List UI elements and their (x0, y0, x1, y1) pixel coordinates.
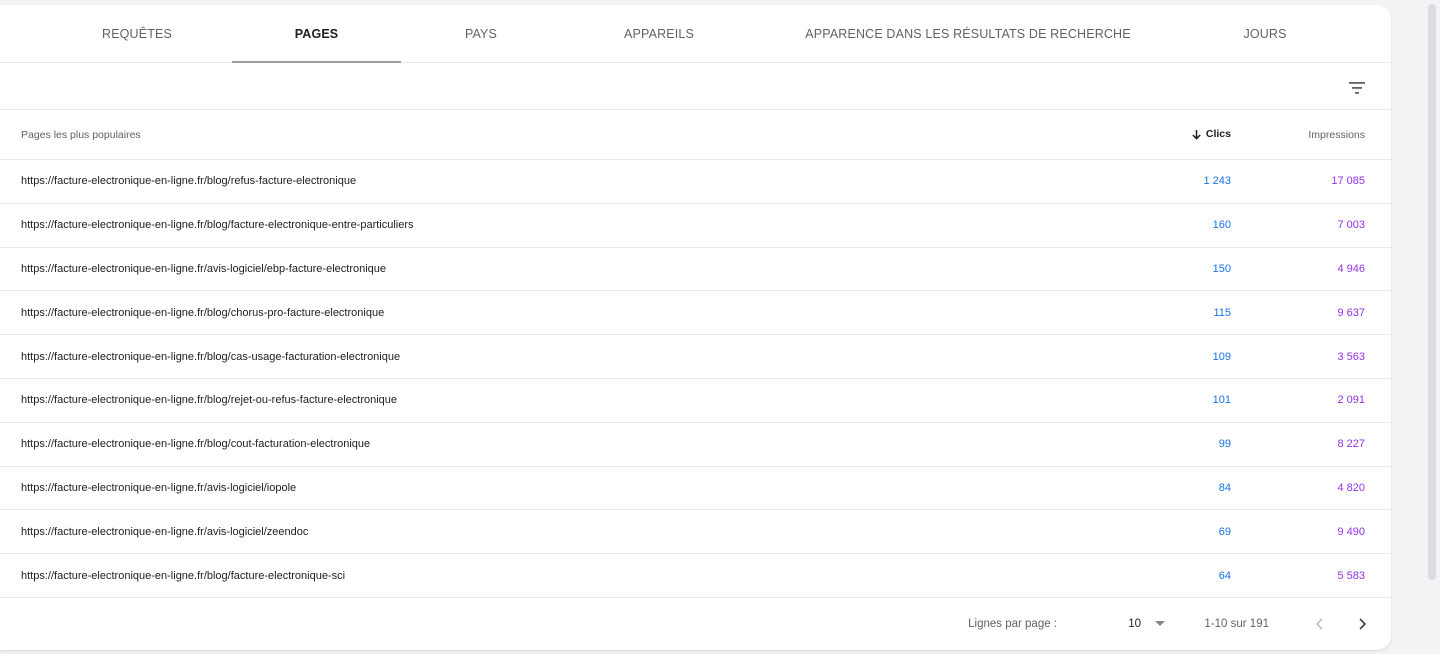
tab-jours[interactable]: JOURS (1179, 5, 1351, 63)
impressions-value: 17 085 (1331, 175, 1365, 188)
clics-value: 115 (1213, 306, 1231, 319)
next-page-button[interactable] (1350, 612, 1374, 636)
tab-appareils[interactable]: APPAREILS (561, 5, 757, 63)
page-url[interactable]: https://facture-electronique-en-ligne.fr… (21, 394, 397, 406)
previous-page-button[interactable] (1308, 612, 1332, 636)
page-url[interactable]: https://facture-electronique-en-ligne.fr… (21, 175, 356, 187)
filter-bar (0, 63, 1391, 110)
rows-per-page-select[interactable]: 10 (1128, 612, 1165, 636)
dropdown-arrow-icon (1155, 621, 1165, 626)
table-row[interactable]: https://facture-electronique-en-ligne.fr… (0, 160, 1391, 204)
rows-per-page-value: 10 (1128, 618, 1141, 630)
tab-requetes[interactable]: REQUÊTES (42, 5, 232, 63)
clics-value: 64 (1218, 569, 1231, 582)
column-header-pages: Pages les plus populaires (21, 129, 141, 141)
clics-value: 160 (1212, 219, 1231, 232)
table-row[interactable]: https://facture-electronique-en-ligne.fr… (0, 379, 1391, 423)
rows-per-page-label: Lignes par page : (968, 618, 1057, 630)
table-body: https://facture-electronique-en-ligne.fr… (0, 160, 1391, 598)
table-row[interactable]: https://facture-electronique-en-ligne.fr… (0, 510, 1391, 555)
page-url[interactable]: https://facture-electronique-en-ligne.fr… (21, 570, 345, 582)
arrow-downward-icon (1192, 129, 1201, 140)
filter-button[interactable] (1345, 76, 1369, 100)
impressions-value: 2 091 (1337, 394, 1365, 407)
page-url[interactable]: https://facture-electronique-en-ligne.fr… (21, 263, 386, 275)
column-header-clics-label: Clics (1205, 128, 1231, 140)
clics-value: 69 (1218, 525, 1231, 538)
table-row[interactable]: https://facture-electronique-en-ligne.fr… (0, 291, 1391, 336)
clics-value: 1 243 (1203, 175, 1231, 188)
impressions-value: 4 820 (1337, 481, 1365, 494)
table-row[interactable]: https://facture-electronique-en-ligne.fr… (0, 248, 1391, 292)
clics-value: 109 (1212, 350, 1231, 363)
table-row[interactable]: https://facture-electronique-en-ligne.fr… (0, 204, 1391, 248)
page-url[interactable]: https://facture-electronique-en-ligne.fr… (21, 526, 308, 538)
impressions-value: 7 003 (1337, 219, 1365, 232)
column-header-clics[interactable]: Clics (1191, 128, 1231, 140)
dimension-tabs: REQUÊTES PAGES PAYS APPAREILS APPARENCE … (0, 5, 1391, 63)
table-row[interactable]: https://facture-electronique-en-ligne.fr… (0, 335, 1391, 379)
clics-value: 84 (1218, 481, 1231, 494)
clics-value: 99 (1218, 438, 1231, 451)
column-header-impressions[interactable]: Impressions (1308, 129, 1365, 141)
tab-pages[interactable]: PAGES (232, 5, 401, 63)
impressions-value: 3 563 (1337, 350, 1365, 363)
impressions-value: 4 946 (1337, 262, 1365, 275)
page-url[interactable]: https://facture-electronique-en-ligne.fr… (21, 351, 400, 363)
page-url[interactable]: https://facture-electronique-en-ligne.fr… (21, 219, 414, 231)
chevron-left-icon (1315, 618, 1323, 630)
pagination-bar: Lignes par page : 10 1-10 sur 191 (0, 598, 1391, 650)
page-url[interactable]: https://facture-electronique-en-ligne.fr… (21, 482, 296, 494)
performance-table-card: REQUÊTES PAGES PAYS APPAREILS APPARENCE … (0, 5, 1391, 650)
impressions-value: 5 583 (1337, 569, 1365, 582)
table-row[interactable]: https://facture-electronique-en-ligne.fr… (0, 423, 1391, 467)
filter-list-icon (1349, 82, 1365, 94)
chevron-right-icon (1359, 618, 1367, 630)
page-scrollbar[interactable] (1424, 0, 1440, 654)
impressions-value: 9 490 (1337, 525, 1365, 538)
page-url[interactable]: https://facture-electronique-en-ligne.fr… (21, 307, 384, 319)
pagination-range: 1-10 sur 191 (1204, 618, 1269, 630)
table-row[interactable]: https://facture-electronique-en-ligne.fr… (0, 467, 1391, 511)
table-row[interactable]: https://facture-electronique-en-ligne.fr… (0, 554, 1391, 598)
clics-value: 150 (1212, 262, 1231, 275)
tab-pays[interactable]: PAYS (401, 5, 561, 63)
scrollbar-thumb[interactable] (1428, 4, 1436, 580)
page-url[interactable]: https://facture-electronique-en-ligne.fr… (21, 438, 370, 450)
impressions-value: 9 637 (1337, 306, 1365, 319)
impressions-value: 8 227 (1337, 438, 1365, 451)
tab-apparence-resultats[interactable]: APPARENCE DANS LES RÉSULTATS DE RECHERCH… (757, 5, 1179, 63)
clics-value: 101 (1212, 394, 1231, 407)
table-header: Pages les plus populaires Clics Impressi… (0, 110, 1391, 160)
